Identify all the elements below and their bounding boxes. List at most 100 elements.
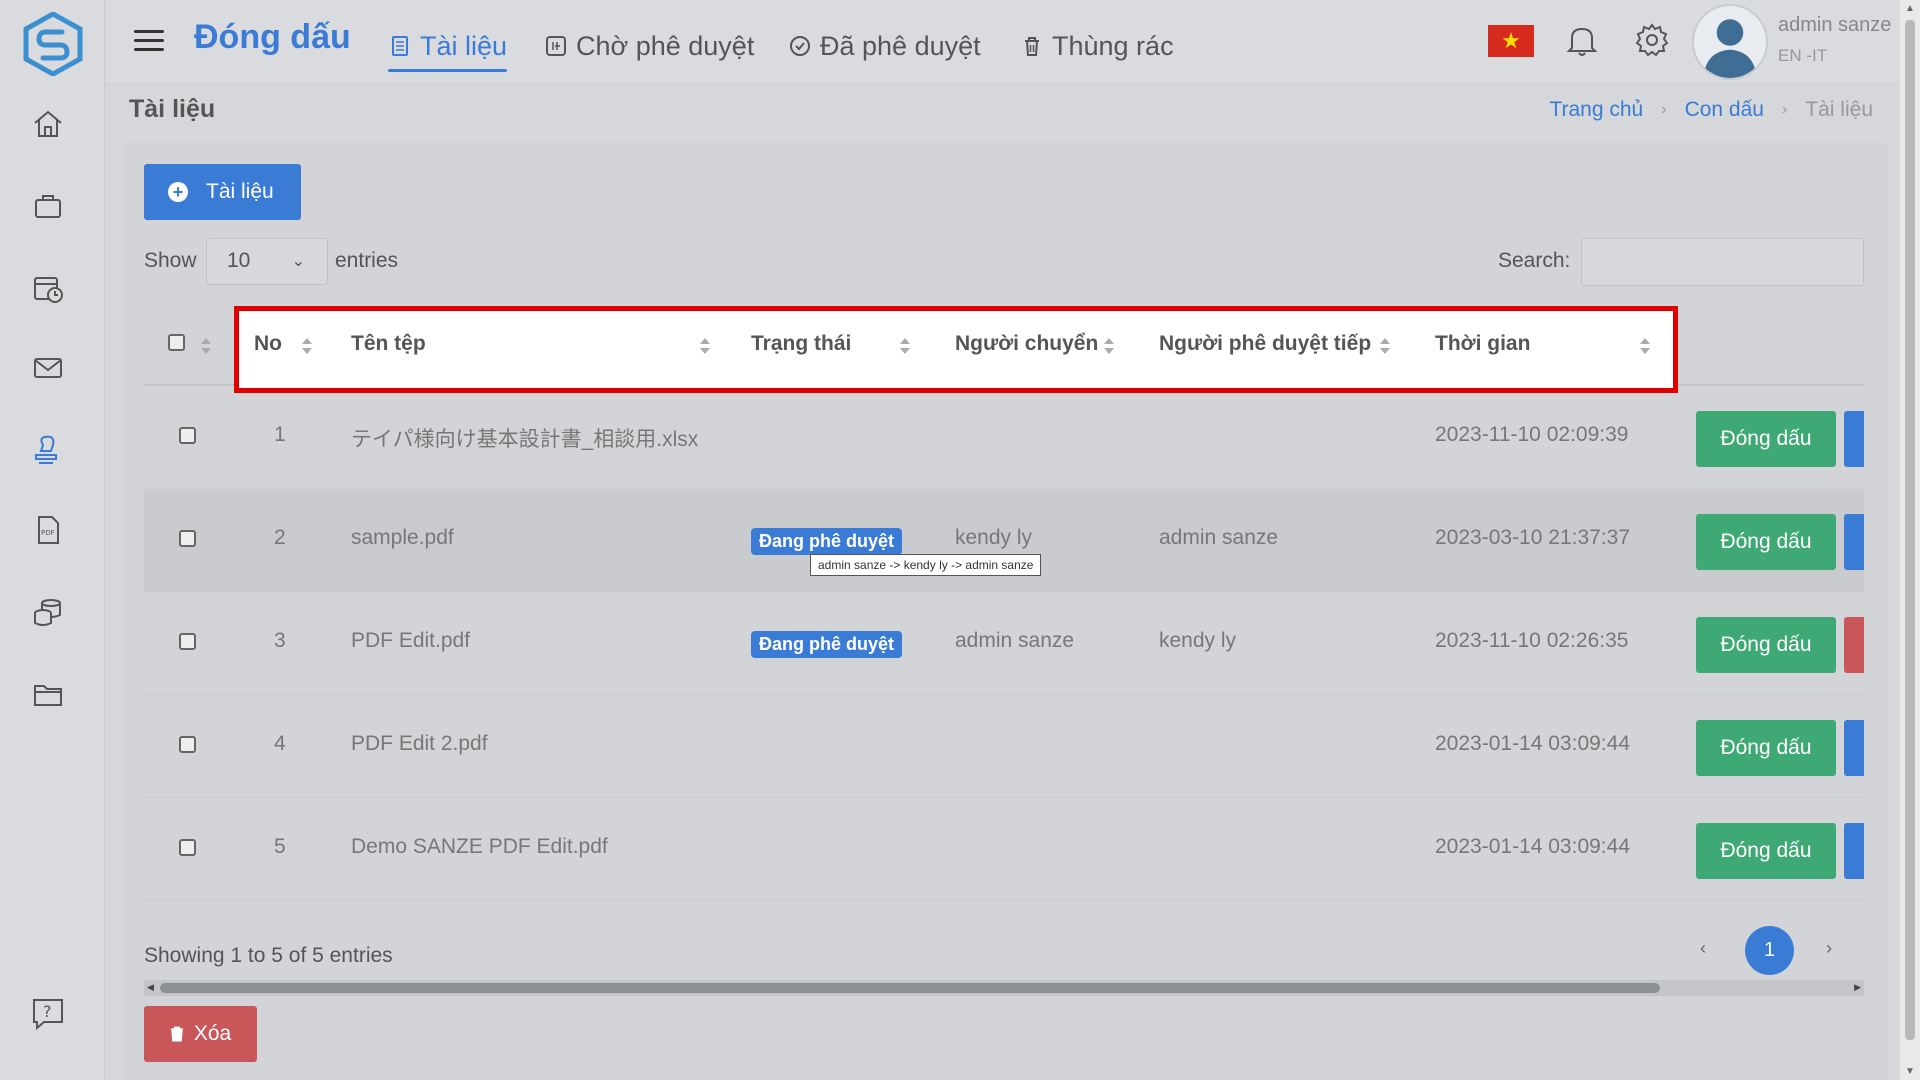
row-checkbox[interactable] xyxy=(179,839,196,856)
hamburger-menu-icon[interactable] xyxy=(134,30,164,54)
sort-icon[interactable] xyxy=(301,336,313,356)
sort-icon[interactable] xyxy=(1379,336,1391,356)
horizontal-scrollbar-thumb[interactable] xyxy=(160,983,1660,993)
vertical-scrollbar[interactable]: ▲ ▼ xyxy=(1900,0,1920,1080)
table-row[interactable]: 5 Demo SANZE PDF Edit.pdf 2023-01-14 03:… xyxy=(144,799,1864,901)
add-document-label: Tài liệu xyxy=(206,180,274,203)
row-number: 5 xyxy=(274,835,286,858)
row-action-button-edge[interactable] xyxy=(1844,411,1864,467)
scroll-down-arrow-icon[interactable]: ▼ xyxy=(1905,1066,1915,1077)
row-time: 2023-03-10 21:37:37 xyxy=(1435,526,1630,549)
row-file-name[interactable]: Demo SANZE PDF Edit.pdf xyxy=(351,835,608,859)
stamp-button[interactable]: Đóng dấu xyxy=(1696,411,1836,467)
app-brand-title: Đóng dấu xyxy=(194,18,351,56)
row-action-button-edge[interactable] xyxy=(1844,720,1864,776)
row-time: 2023-11-10 02:26:35 xyxy=(1435,629,1629,652)
column-header-sender[interactable]: Người chuyển xyxy=(955,332,1098,356)
column-header-next-approver[interactable]: Người phê duyệt tiếp xyxy=(1159,332,1371,356)
tab-approved-label: Đã phê duyệt xyxy=(820,30,981,61)
stamp-button[interactable]: Đóng dấu xyxy=(1696,514,1836,570)
avatar[interactable] xyxy=(1692,4,1768,80)
column-header-time[interactable]: Thời gian xyxy=(1435,332,1530,356)
scroll-up-arrow-icon[interactable]: ▲ xyxy=(1905,3,1915,14)
tab-documents[interactable]: Tài liệu xyxy=(388,22,508,72)
gear-icon[interactable] xyxy=(1632,20,1672,60)
breadcrumb-separator-icon: › xyxy=(1661,101,1667,118)
trash-icon xyxy=(1025,37,1039,56)
table-row[interactable]: 4 PDF Edit 2.pdf 2023-01-14 03:09:44 Đón… xyxy=(144,696,1864,798)
approval-flow-tooltip: admin sanze -> kendy ly -> admin sanze xyxy=(810,554,1042,576)
breadcrumb-current: Tài liệu xyxy=(1805,98,1873,121)
row-action-button-edge[interactable] xyxy=(1844,617,1864,673)
sort-icon[interactable] xyxy=(1103,336,1115,356)
column-header-status[interactable]: Trạng thái xyxy=(751,332,851,356)
row-checkbox[interactable] xyxy=(179,736,196,753)
pagination-next-icon[interactable]: › xyxy=(1826,938,1832,959)
pdf-file-icon[interactable]: PDF xyxy=(28,510,68,550)
sort-icon[interactable] xyxy=(1639,336,1651,356)
breadcrumb: Trang chủ › Con dấu › Tài liệu xyxy=(1549,98,1873,122)
stamp-button[interactable]: Đóng dấu xyxy=(1696,617,1836,673)
select-all-checkbox[interactable] xyxy=(168,334,185,351)
pagination-prev-icon[interactable]: ‹ xyxy=(1700,938,1706,959)
bell-icon[interactable] xyxy=(1562,20,1602,60)
horizontal-scrollbar[interactable]: ◀ ▶ xyxy=(144,980,1864,996)
table-row[interactable]: 2 sample.pdf Đang phê duyệt kendy ly adm… xyxy=(144,490,1864,592)
column-header-no[interactable]: No xyxy=(254,332,282,356)
sort-icon[interactable] xyxy=(899,336,911,356)
tab-approved[interactable]: Đã phê duyệt xyxy=(788,22,981,70)
user-language-role: EN -IT xyxy=(1778,46,1828,65)
row-number: 2 xyxy=(274,526,286,549)
pagination-page-1[interactable]: 1 xyxy=(1745,926,1794,975)
search-input[interactable] xyxy=(1581,238,1864,286)
app-logo[interactable] xyxy=(22,11,84,77)
table-row[interactable]: 1 テイパ様向け基本設計書_相談用.xlsx 2023-11-10 02:09:… xyxy=(144,387,1864,489)
sort-icon[interactable] xyxy=(200,336,212,356)
row-number: 4 xyxy=(274,732,286,755)
stamp-icon[interactable] xyxy=(28,430,68,470)
tab-pending-approval[interactable]: Chờ phê duyệt xyxy=(544,22,754,70)
row-number: 1 xyxy=(274,423,286,446)
row-checkbox[interactable] xyxy=(179,633,196,650)
scroll-left-arrow-icon[interactable]: ◀ xyxy=(147,982,154,993)
vertical-scrollbar-thumb[interactable] xyxy=(1905,20,1915,1040)
row-file-name[interactable]: sample.pdf xyxy=(351,526,454,550)
stamp-button[interactable]: Đóng dấu xyxy=(1696,823,1836,879)
delete-button[interactable]: Xóa xyxy=(144,1006,257,1062)
row-file-name[interactable]: テイパ様向け基本設計書_相談用.xlsx xyxy=(351,423,698,453)
row-checkbox[interactable] xyxy=(179,427,196,444)
status-badge[interactable]: Đang phê duyệt xyxy=(751,528,903,555)
home-icon[interactable] xyxy=(28,104,68,144)
briefcase-icon[interactable] xyxy=(28,186,68,226)
mail-icon[interactable] xyxy=(28,348,68,388)
calendar-clock-icon[interactable] xyxy=(28,268,68,308)
vietnam-flag-icon[interactable]: ★ xyxy=(1488,25,1534,57)
coins-stack-icon[interactable] xyxy=(28,592,68,632)
help-icon[interactable]: ? xyxy=(28,994,68,1034)
status-badge[interactable]: Đang phê duyệt xyxy=(751,631,903,658)
svg-text:?: ? xyxy=(43,1002,52,1021)
add-document-button[interactable]: + Tài liệu xyxy=(144,164,301,220)
breadcrumb-home[interactable]: Trang chủ xyxy=(1549,98,1643,122)
entries-label: entries xyxy=(335,249,399,272)
folder-icon[interactable] xyxy=(28,674,68,714)
tab-documents-label: Tài liệu xyxy=(420,30,508,61)
table-row[interactable]: 3 PDF Edit.pdf Đang phê duyệt admin sanz… xyxy=(144,593,1864,695)
entries-select-value: 10 xyxy=(227,249,251,272)
row-file-name[interactable]: PDF Edit 2.pdf xyxy=(351,732,488,756)
tab-trash-label: Thùng rác xyxy=(1052,30,1174,61)
sort-icon[interactable] xyxy=(699,336,711,356)
row-checkbox[interactable] xyxy=(179,530,196,547)
tab-trash[interactable]: Thùng rác xyxy=(1020,22,1174,70)
scroll-right-arrow-icon[interactable]: ▶ xyxy=(1854,982,1861,993)
row-action-button-edge[interactable] xyxy=(1844,823,1864,879)
user-name[interactable]: admin sanze xyxy=(1778,14,1891,37)
entries-per-page-select[interactable]: 10 ⌄ xyxy=(206,238,328,285)
column-header-file-name[interactable]: Tên tệp xyxy=(351,332,426,356)
row-file-name[interactable]: PDF Edit.pdf xyxy=(351,629,470,653)
row-sender: kendy ly xyxy=(955,526,1033,549)
trash-icon xyxy=(170,1026,183,1042)
breadcrumb-stamp[interactable]: Con dấu xyxy=(1685,98,1764,122)
stamp-button[interactable]: Đóng dấu xyxy=(1696,720,1836,776)
row-action-button-edge[interactable] xyxy=(1844,514,1864,570)
